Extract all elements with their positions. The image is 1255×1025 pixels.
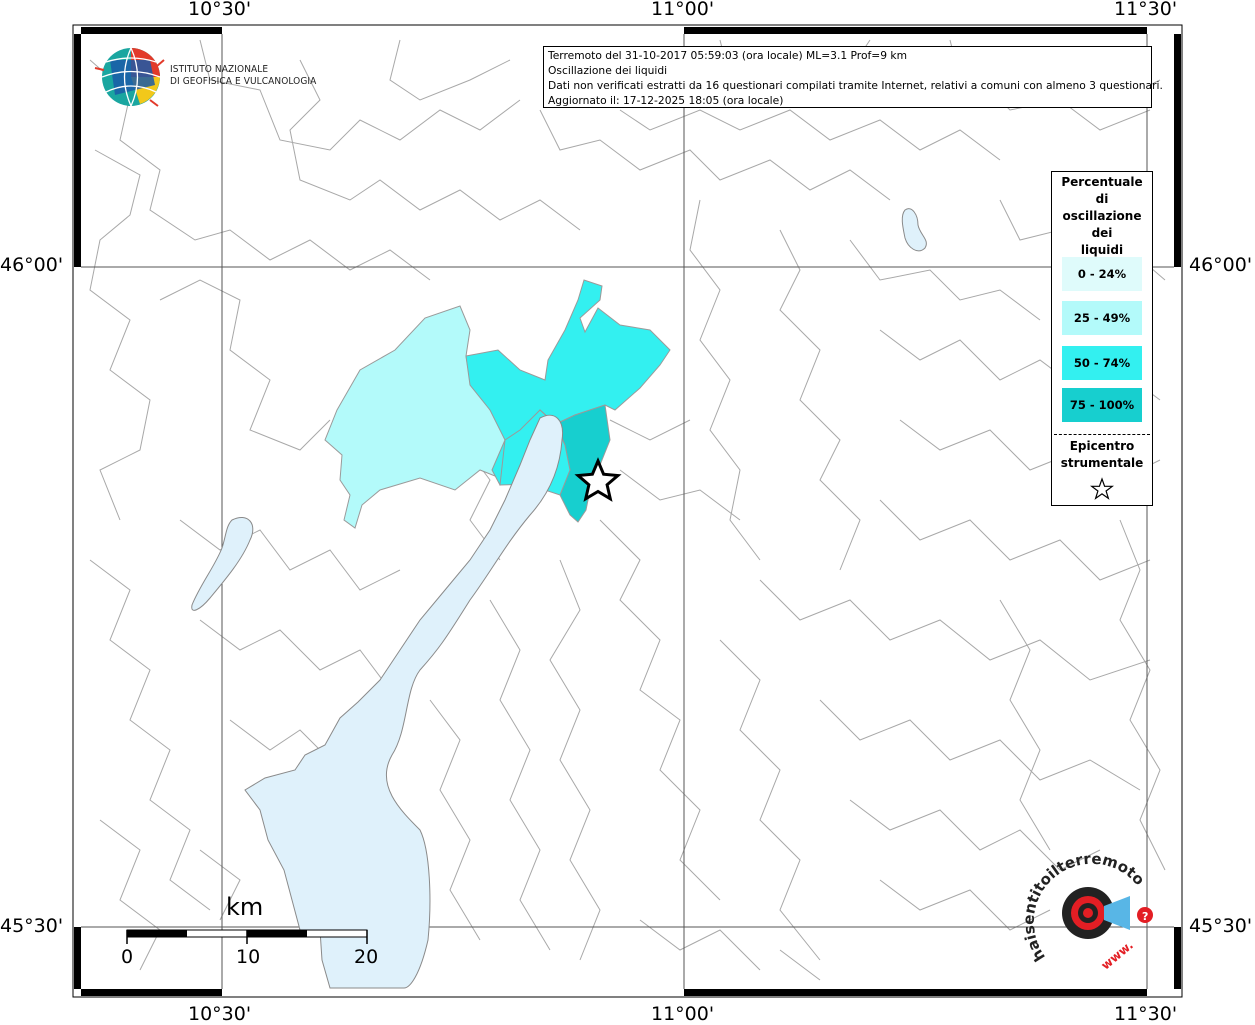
map-frame (72, 24, 1183, 998)
legend-title-line: di (1095, 192, 1109, 206)
info-line-1: Terremoto del 31-10-2017 05:59:03 (ora l… (548, 49, 908, 62)
legend-epicenter-line: strumentale (1060, 456, 1144, 470)
ingv-line-2: DI GEOFISICA E VULCANOLOGIA (170, 76, 317, 87)
legend: Percentuale di oscillazione dei liquidi … (1051, 171, 1153, 506)
lon-label-top-3: 11°30' (1114, 0, 1178, 20)
info-line-3: Dati non verificati estratti da 16 quest… (548, 79, 1163, 92)
lat-label-left-1: 46°00' (0, 254, 64, 276)
svg-text:?: ? (1142, 910, 1148, 923)
lat-label-right-1: 46°00' (1189, 254, 1253, 276)
scale-label-0: 0 (121, 946, 134, 968)
info-line-2: Oscillazione dei liquidi (548, 64, 668, 77)
scale-label-10: 10 (236, 946, 261, 968)
legend-item-25-49: 25 - 49% (1062, 301, 1142, 335)
legend-epicenter-label: Epicentro strumentale (1052, 438, 1152, 472)
legend-item-0-24: 0 - 24% (1062, 257, 1142, 291)
scale-label-20: 20 (354, 946, 379, 968)
lon-label-bottom-2: 11°00' (651, 1003, 715, 1025)
lon-label-bottom-1: 10°30' (188, 1003, 252, 1025)
legend-title: Percentuale di oscillazione dei liquidi (1052, 174, 1152, 259)
ingv-logo-text: ISTITUTO NAZIONALE DI GEOFISICA E VULCAN… (170, 64, 316, 88)
legend-separator (1054, 434, 1150, 435)
legend-item-75-100: 75 - 100% (1062, 388, 1142, 422)
scale-unit: km (226, 893, 264, 921)
lat-label-left-2: 45°30' (0, 915, 64, 937)
ingv-line-1: ISTITUTO NAZIONALE (170, 64, 269, 75)
legend-star-icon (1090, 477, 1114, 500)
info-line-4: Aggiornato il: 17-12-2025 18:05 (ora loc… (548, 94, 784, 107)
legend-epicenter-line: Epicentro (1069, 439, 1135, 453)
legend-item-50-74: 50 - 74% (1062, 346, 1142, 380)
earthquake-info-box: Terremoto del 31-10-2017 05:59:03 (ora l… (543, 46, 1163, 108)
lat-label-right-2: 45°30' (1189, 915, 1253, 937)
legend-title-line: oscillazione (1062, 209, 1142, 223)
lon-label-bottom-3: 11°30' (1114, 1003, 1178, 1025)
map-canvas: haisentitoilterremoto.it ? www. (0, 0, 1183, 998)
lon-label-top-1: 10°30' (188, 0, 252, 20)
legend-title-line: dei (1091, 226, 1113, 240)
lon-label-top-2: 11°00' (651, 0, 715, 20)
legend-title-line: Percentuale (1061, 175, 1143, 189)
